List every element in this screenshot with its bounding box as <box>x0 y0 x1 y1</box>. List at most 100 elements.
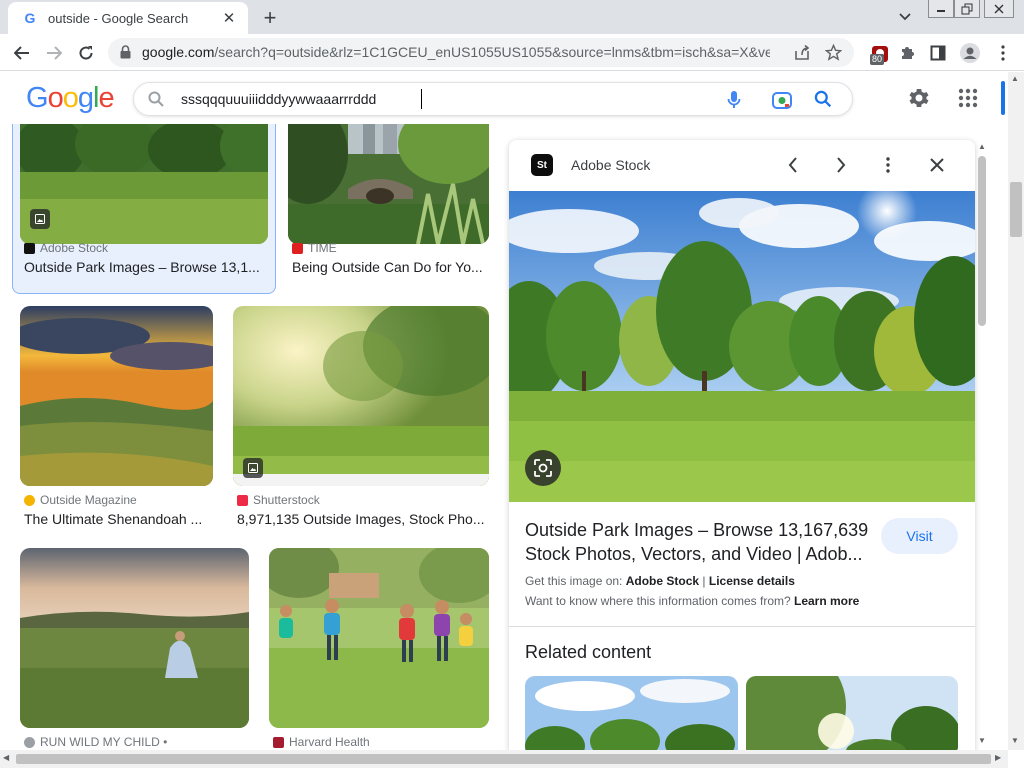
google-logo[interactable]: Google <box>26 82 115 115</box>
settings-gear-icon[interactable] <box>907 86 931 115</box>
lock-icon[interactable] <box>120 45 131 64</box>
image-result[interactable]: Adobe Stock Outside Park Images – Browse… <box>20 124 268 289</box>
reload-icon[interactable] <box>73 40 99 66</box>
separator-text: | <box>699 574 709 588</box>
extension-badge-count: 80 <box>870 54 885 65</box>
result-caption[interactable]: Being Outside Can Do for Yo... <box>292 259 487 275</box>
result-source[interactable]: Adobe Stock <box>24 241 108 255</box>
page-scroll-right-icon[interactable]: ▶ <box>995 753 1001 762</box>
previous-chevron-icon[interactable] <box>781 153 805 177</box>
search-box[interactable]: sssqqquuuiiidddyywwaaarrrddd <box>133 82 853 116</box>
result-source-name: TIME <box>308 241 337 255</box>
page-vertical-scrollbar[interactable]: ▲ ▼ <box>1008 72 1024 750</box>
image-result[interactable]: Shutterstock 8,971,135 Outside Images, S… <box>233 306 489 528</box>
get-image-source-link[interactable]: Adobe Stock <box>626 574 699 588</box>
learn-more-link[interactable]: Learn more <box>794 594 859 608</box>
page-scroll-down-icon[interactable]: ▼ <box>1011 736 1019 745</box>
logo-letter: o <box>47 82 64 114</box>
preview-source-name[interactable]: Adobe Stock <box>571 157 650 173</box>
logo-letter: G <box>26 82 49 114</box>
close-preview-icon[interactable] <box>925 153 949 177</box>
result-thumbnail[interactable] <box>20 548 249 728</box>
result-source-name: Shutterstock <box>253 493 320 507</box>
info-question-text: Want to know where this information come… <box>525 594 794 608</box>
result-source[interactable]: Outside Magazine <box>24 493 137 507</box>
close-window-button[interactable] <box>984 0 1014 18</box>
image-result[interactable]: Harvard Health <box>269 548 489 749</box>
related-image[interactable] <box>525 676 738 752</box>
result-thumbnail[interactable] <box>233 306 489 486</box>
bookmark-star-icon[interactable] <box>824 43 843 66</box>
result-thumbnail[interactable] <box>20 306 213 486</box>
extensions-puzzle-icon[interactable] <box>894 40 920 66</box>
minimize-window-button[interactable] <box>928 0 954 18</box>
browser-menu-icon[interactable] <box>990 40 1016 66</box>
result-caption[interactable]: The Ultimate Shenandoah ... <box>24 511 211 527</box>
info-source-line: Want to know where this information come… <box>525 594 859 608</box>
search-input[interactable]: sssqqquuuiiidddyywwaaarrrddd <box>181 91 376 107</box>
visit-button[interactable]: Visit <box>881 518 958 554</box>
forward-arrow-icon[interactable] <box>41 40 67 66</box>
new-tab-button[interactable]: + <box>258 5 282 30</box>
side-panel-icon[interactable] <box>925 40 951 66</box>
adobe-stock-logo-icon[interactable]: St <box>531 154 553 176</box>
visual-search-lens-icon[interactable] <box>525 450 561 486</box>
profile-avatar-icon[interactable] <box>957 40 983 66</box>
preview-panel-scrollbar[interactable]: ▲ ▼ <box>976 142 988 750</box>
result-source[interactable]: Harvard Health <box>273 735 370 749</box>
back-arrow-icon[interactable] <box>9 40 35 66</box>
page-scroll-up-icon[interactable]: ▲ <box>1011 74 1019 83</box>
voice-search-mic-icon[interactable] <box>727 90 741 115</box>
result-source[interactable]: Shutterstock <box>237 493 320 507</box>
restore-window-button[interactable] <box>954 0 980 18</box>
google-favicon-icon: G <box>24 10 36 26</box>
result-source[interactable]: RUN WILD MY CHILD • <box>24 735 167 749</box>
share-icon[interactable] <box>794 44 810 65</box>
image-result[interactable]: TIME Being Outside Can Do for Yo... <box>288 124 489 289</box>
url-text[interactable]: google.com/search?q=outside&rlz=1C1GCEU_… <box>142 44 770 60</box>
url-path: /search?q=outside&rlz=1C1GCEU_enUS1055US… <box>214 44 770 60</box>
page-horizontal-scrollbar[interactable]: ◀ ▶ <box>0 750 1008 768</box>
google-apps-grid-icon[interactable] <box>958 88 978 113</box>
close-tab-icon[interactable]: ✕ <box>220 9 238 27</box>
result-source-name: Outside Magazine <box>40 493 137 507</box>
preview-image[interactable] <box>509 181 975 502</box>
sign-in-button-edge[interactable] <box>1001 81 1005 115</box>
scroll-up-arrow-icon[interactable]: ▲ <box>978 142 986 151</box>
image-result[interactable]: RUN WILD MY CHILD • <box>20 548 249 749</box>
text-cursor <box>421 89 422 109</box>
preview-scroll-thumb[interactable] <box>978 156 986 326</box>
result-source[interactable]: TIME <box>292 241 337 255</box>
address-bar[interactable]: google.com/search?q=outside&rlz=1C1GCEU_… <box>108 38 854 67</box>
browser-tab[interactable]: G outside - Google Search ✕ <box>8 2 248 34</box>
related-image[interactable] <box>746 676 958 752</box>
result-source-name: Adobe Stock <box>40 241 109 255</box>
image-badge-icon <box>243 458 263 478</box>
next-chevron-icon[interactable] <box>829 153 853 177</box>
image-result[interactable]: Outside Magazine The Ultimate Shenandoah… <box>20 306 213 528</box>
image-source-line: Get this image on: Adobe Stock | License… <box>525 574 795 588</box>
get-image-label: Get this image on: <box>525 574 626 588</box>
logo-letter: g <box>77 82 94 114</box>
result-thumbnail[interactable] <box>20 124 268 244</box>
result-caption[interactable]: Outside Park Images – Browse 13,1... <box>24 259 264 275</box>
image-badge-icon <box>30 209 50 229</box>
browser-toolbar: google.com/search?q=outside&rlz=1C1GCEU_… <box>0 34 1024 71</box>
harvard-health-favicon-icon <box>273 736 284 748</box>
more-options-icon[interactable] <box>876 153 900 177</box>
page-horizontal-scroll-thumb[interactable] <box>16 754 991 764</box>
related-content-heading: Related content <box>525 642 652 662</box>
google-lens-camera-icon[interactable] <box>771 90 793 115</box>
page-scroll-left-icon[interactable]: ◀ <box>3 753 9 762</box>
tab-search-chevron-icon[interactable] <box>894 7 916 27</box>
result-caption[interactable]: 8,971,135 Outside Images, Stock Pho... <box>237 511 487 527</box>
page-vertical-scroll-thumb[interactable] <box>1010 182 1022 237</box>
scroll-down-arrow-icon[interactable]: ▼ <box>978 736 986 745</box>
result-thumbnail[interactable] <box>288 124 489 244</box>
tab-strip: G outside - Google Search ✕ + <box>0 0 1024 34</box>
result-source-name: RUN WILD MY CHILD • <box>40 735 168 749</box>
result-thumbnail[interactable] <box>269 548 489 728</box>
preview-title[interactable]: Outside Park Images – Browse 13,167,639 … <box>525 518 875 566</box>
license-details-link[interactable]: License details <box>709 574 795 588</box>
search-submit-icon[interactable] <box>814 90 832 113</box>
